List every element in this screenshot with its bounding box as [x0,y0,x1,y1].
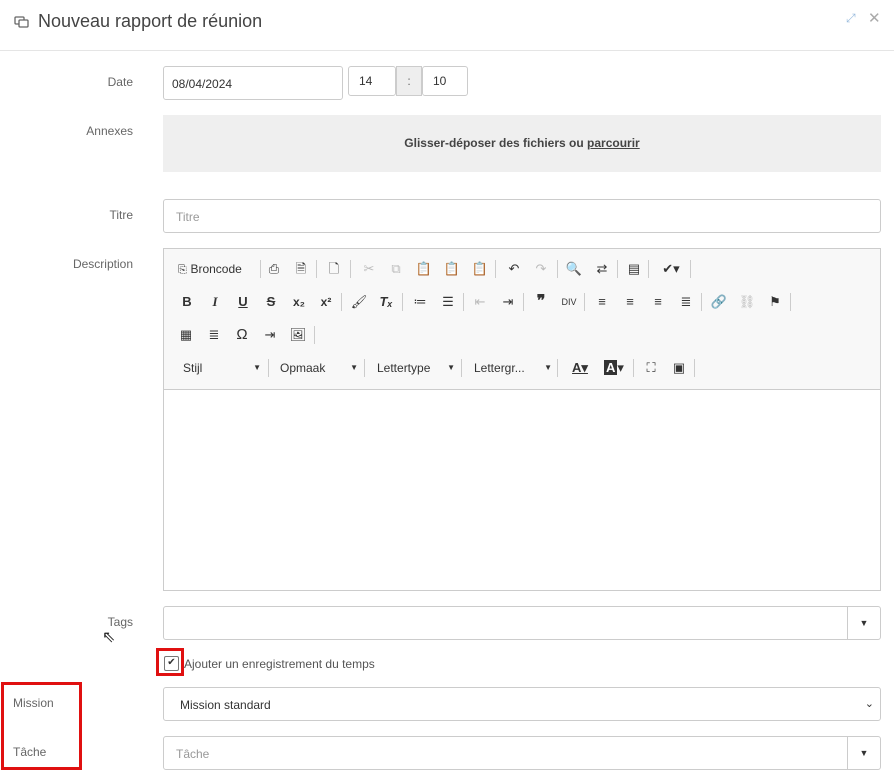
italic-icon[interactable]: I [205,291,225,313]
dropzone-text: Glisser-déposer des fichiers ou [404,136,588,150]
mouse-cursor-icon: ⇖ [102,629,116,646]
titre-label: Titre [109,208,133,222]
preview-icon[interactable]: 🗎 [291,258,311,280]
chat-icon [14,15,30,34]
save-icon[interactable]: ⎙ [264,258,284,280]
close-icon[interactable]: ✕ [868,9,881,27]
search-icon[interactable]: 🔍 [564,258,584,280]
align-left-icon[interactable]: ≡ [592,291,612,313]
table-icon[interactable]: ▦ [176,324,196,346]
file-dropzone[interactable]: Glisser-déposer des fichiers ou parcouri… [163,115,881,172]
rich-text-editor: ⎘ Broncode ⎙ 🗎 🗋 ✂ ⧉ 📋 📋 📋 ↶ ↷ 🔍 ⇄ ▤ ✔▾ … [163,248,881,591]
paste-text-icon[interactable]: 📋 [442,258,462,280]
source-icon: ⎘ [178,264,187,276]
link-icon[interactable]: 🔗 [709,291,729,313]
font-combo[interactable]: Lettertype ▼ [377,357,455,379]
blockquote-icon[interactable]: ❞ [531,291,551,313]
chevron-down-icon[interactable]: ▼ [847,737,880,769]
numbered-list-icon[interactable]: ≔ [410,291,430,313]
special-char-icon[interactable]: Ω [232,324,252,346]
redo-icon[interactable]: ↷ [531,258,551,280]
outdent-icon[interactable]: ⇤ [470,291,490,313]
font-size-combo[interactable]: Lettergr... ▼ [474,357,552,379]
maximize-icon[interactable]: ⛶ [641,357,661,379]
format-combo[interactable]: Opmaak ▼ [280,357,358,379]
page-break-icon[interactable]: ⇥ [260,324,280,346]
tags-input[interactable]: ▼ [163,606,881,640]
anchor-icon[interactable]: ⚑ [765,291,785,313]
minute-input[interactable]: 10 [422,66,468,96]
time-checkbox-label: Ajouter un enregistrement du temps [184,657,375,671]
chevron-down-icon[interactable]: ▼ [847,607,880,639]
mission-label: Mission [13,696,54,710]
subscript-icon[interactable]: x₂ [289,291,309,313]
style-combo[interactable]: Stijl ▼ [183,357,261,379]
tache-label: Tâche [13,745,47,759]
editor-toolbar: ⎘ Broncode ⎙ 🗎 🗋 ✂ ⧉ 📋 📋 📋 ↶ ↷ 🔍 ⇄ ▤ ✔▾ … [164,249,880,390]
date-input[interactable]: 08/04/2024 [163,66,343,100]
create-div-icon[interactable]: DIV [559,291,579,313]
align-right-icon[interactable]: ≡ [648,291,668,313]
bg-color-icon[interactable]: A ▾ [600,357,628,379]
remove-format-icon[interactable]: Tₓ [376,291,396,313]
copy-format-icon[interactable]: 🖌 [349,291,369,313]
bold-icon[interactable]: B [177,291,197,313]
time-checkbox[interactable]: ✔ [164,656,179,671]
image-icon[interactable]: 🖼 [288,324,308,346]
superscript-icon[interactable]: x² [316,291,336,313]
copy-icon[interactable]: ⧉ [386,258,406,280]
browse-link[interactable]: parcourir [587,136,640,150]
titre-input[interactable]: Titre [163,199,881,233]
dialog-header: Nouveau rapport de réunion ⤢ ✕ [0,0,894,51]
paste-icon[interactable]: 📋 [414,258,434,280]
chevron-down-icon: ▼ [253,363,261,372]
underline-icon[interactable]: U [233,291,253,313]
undo-icon[interactable]: ↶ [504,258,524,280]
show-blocks-icon[interactable]: ▣ [669,357,689,379]
mission-select[interactable]: Mission standard ⌄ [163,687,881,721]
justify-icon[interactable]: ≣ [676,291,696,313]
expand-icon[interactable]: ⤢ [846,11,856,26]
dialog-title: Nouveau rapport de réunion [38,11,263,31]
spellcheck-icon[interactable]: ✔▾ [656,258,686,280]
chevron-down-icon: ▼ [544,363,552,372]
cut-icon[interactable]: ✂ [359,258,379,280]
select-all-icon[interactable]: ▤ [624,258,644,280]
horizontal-line-icon[interactable]: ≣ [204,324,224,346]
source-button[interactable]: ⎘ Broncode [178,258,256,280]
indent-icon[interactable]: ⇥ [498,291,518,313]
bulleted-list-icon[interactable]: ☰ [438,291,458,313]
align-center-icon[interactable]: ≡ [620,291,640,313]
paste-word-icon[interactable]: 📋 [470,258,490,280]
unlink-icon[interactable]: ⛓ [737,291,757,313]
time-separator: : [396,66,422,96]
text-color-icon[interactable]: A▾ [566,357,594,379]
hour-input[interactable]: 14 [348,66,396,96]
chevron-down-icon: ▼ [350,363,358,372]
annexes-label: Annexes [86,124,133,138]
strikethrough-icon[interactable]: S [261,291,281,313]
new-page-icon[interactable]: 🗋 [324,258,344,280]
replace-icon[interactable]: ⇄ [592,258,612,280]
date-label: Date [107,75,133,89]
chevron-down-icon: ⌄ [864,698,874,710]
tache-input[interactable]: Tâche ▼ [163,736,881,770]
description-label: Description [72,257,133,271]
chevron-down-icon: ▼ [447,363,455,372]
